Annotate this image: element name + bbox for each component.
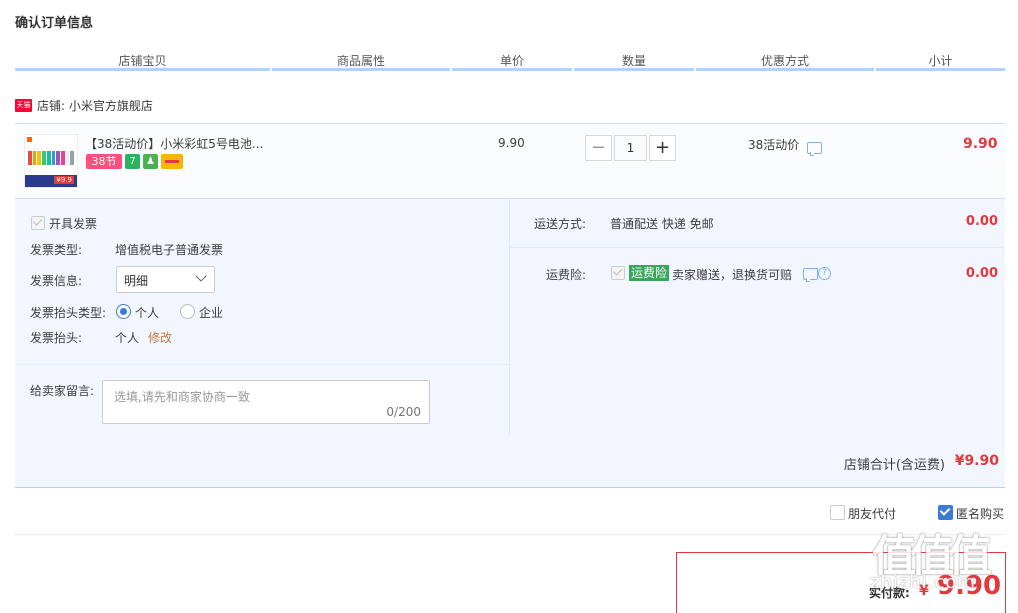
invoice-and-memo-pane: 开具发票 发票类型: 增值税电子普通发票 发票信息: 明细 发票抬头类型: 个人…	[15, 199, 510, 435]
quantity-input[interactable]: 1	[614, 135, 647, 161]
increase-quantity-button[interactable]: +	[649, 135, 676, 161]
badge-38-festival-icon: 38节	[86, 154, 122, 169]
shop-total-label: 店铺合计(含运费)	[843, 458, 945, 473]
radio-personal-label[interactable]: 个人	[135, 304, 159, 321]
product-title-link[interactable]: 【38活动价】小米彩虹5号电池...	[85, 135, 263, 152]
divider	[510, 247, 1005, 248]
thumb-price-strip: ¥9.9	[25, 175, 77, 187]
mi-logo-icon	[27, 137, 32, 142]
invoice-header-type-label: 发票抬头类型:	[30, 306, 107, 320]
order-options-panel: 开具发票 发票类型: 增值税电子普通发票 发票信息: 明细 发票抬头类型: 个人…	[15, 199, 1005, 435]
unit-price: 9.90	[498, 136, 525, 150]
radio-personal[interactable]	[116, 304, 131, 319]
chevron-down-icon	[195, 270, 207, 282]
question-mark-icon[interactable]: ?	[818, 267, 831, 280]
column-divider	[272, 68, 450, 71]
invoice-section: 开具发票 发票类型: 增值税电子普通发票 发票信息: 明细 发票抬头类型: 个人…	[15, 199, 509, 365]
seller-memo-placeholder: 选填,请先和商家协商一致	[114, 390, 250, 404]
shipping-insurance-label: 运费险:	[546, 268, 587, 282]
shop-row: 天猫 店铺: 小米官方旗舰店	[15, 96, 153, 114]
shipping-method-label: 运送方式:	[534, 217, 587, 231]
invoice-info-selected: 明细	[124, 274, 149, 288]
column-header-unit-price: 单价	[499, 54, 524, 68]
product-thumbnail[interactable]: ¥9.9	[24, 134, 78, 188]
column-header-discount: 优惠方式	[760, 54, 809, 68]
shipping-insurance-tag: 运费险	[629, 265, 670, 281]
column-divider	[696, 68, 874, 71]
anonymous-purchase-label[interactable]: 匿名购买	[956, 505, 1004, 522]
invoice-header-value: 个人	[115, 331, 140, 345]
anonymous-purchase-checkbox[interactable]	[938, 505, 953, 520]
badge-credit-card-icon	[161, 154, 183, 169]
payment-options-row: 朋友代付 匿名购买	[15, 498, 1005, 535]
column-header-attributes: 商品属性	[336, 54, 385, 68]
order-item-row: ¥9.9 【38活动价】小米彩虹5号电池... 38节 7 ♟ 9.90 − 1…	[15, 123, 1005, 199]
actual-payment-label: 实付款:	[869, 586, 910, 600]
shipping-insurance-fee: 0.00	[965, 266, 998, 281]
invoice-header-label: 发票抬头:	[30, 331, 83, 345]
column-divider	[15, 68, 270, 71]
friend-pay-label[interactable]: 朋友代付	[848, 505, 896, 522]
promo-info-chat-icon[interactable]	[807, 142, 822, 156]
issue-invoice-label: 开具发票	[49, 217, 98, 231]
column-header-subtotal: 小计	[928, 54, 953, 68]
promo-method: 38活动价	[748, 138, 800, 152]
issue-invoice-checkbox[interactable]	[31, 216, 45, 230]
item-subtotal: 9.90	[963, 136, 998, 152]
actual-payment-amount: 9.90	[937, 571, 1002, 601]
invoice-type-label: 发票类型:	[30, 243, 83, 257]
quantity-stepper: − 1 +	[585, 135, 676, 161]
column-divider	[876, 68, 1005, 71]
seller-memo-char-count: 0/200	[386, 405, 421, 419]
page-title: 确认订单信息	[15, 16, 94, 31]
column-divider	[574, 68, 694, 71]
decrease-quantity-button[interactable]: −	[585, 135, 612, 161]
column-header-item: 店铺宝贝	[118, 54, 167, 68]
shipping-insurance-checkbox[interactable]	[611, 266, 625, 280]
thumb-price: ¥9.9	[54, 176, 74, 184]
shipping-fee: 0.00	[965, 214, 998, 229]
seller-memo-label: 给卖家留言:	[30, 384, 95, 398]
shipping-insurance-desc: 卖家赠送，退换货可赔	[672, 268, 793, 282]
seller-memo-textarea[interactable]: 选填,请先和商家协商一致 0/200	[102, 380, 430, 424]
payment-summary-box: 实付款: ¥ 9.90	[676, 552, 1006, 613]
product-badges: 38节 7 ♟	[86, 154, 183, 169]
actual-payment-currency: ¥	[919, 583, 929, 599]
column-divider	[452, 68, 572, 71]
shop-total-row: 店铺合计(含运费) ¥9.90	[15, 435, 1005, 488]
radio-company[interactable]	[180, 304, 195, 319]
shipping-method-value: 普通配送 快递 免邮	[610, 217, 714, 231]
badge-7day-return-icon: 7	[125, 154, 140, 169]
tmall-icon: 天猫	[15, 98, 32, 112]
friend-pay-checkbox[interactable]	[830, 505, 845, 520]
invoice-type-value: 增值税电子普通发票	[115, 243, 224, 257]
shop-total-value: ¥9.90	[954, 453, 999, 469]
shop-name[interactable]: 店铺: 小米官方旗舰店	[37, 97, 153, 114]
badge-guarantee-icon: ♟	[143, 154, 158, 169]
battery-image	[28, 151, 75, 165]
column-header-quantity: 数量	[621, 54, 646, 68]
invoice-info-select[interactable]: 明细	[116, 266, 215, 293]
insurance-chat-icon[interactable]	[803, 268, 818, 282]
invoice-info-label: 发票信息:	[30, 274, 83, 288]
radio-company-label[interactable]: 企业	[199, 304, 223, 321]
shipping-pane: 运送方式: 普通配送 快递 免邮 0.00 运费险: 运费险 卖家赠送，退换货可…	[510, 199, 1005, 435]
modify-invoice-link[interactable]: 修改	[148, 329, 172, 346]
column-headers: 店铺宝贝 商品属性 单价 数量 优惠方式 小计	[15, 50, 1005, 71]
